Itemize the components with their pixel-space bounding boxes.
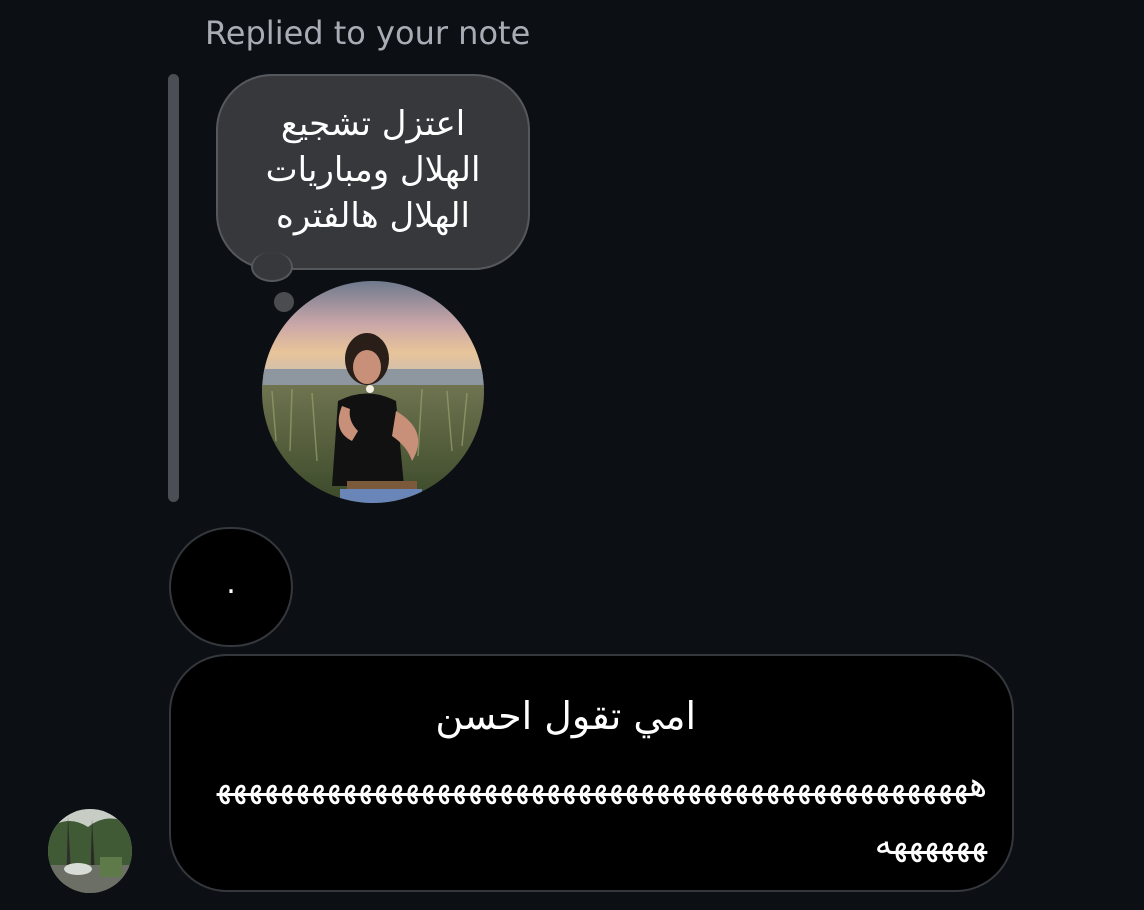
message-bubble-reply[interactable]: امي تقول احسن هههههههههههههههههههههههههه…	[169, 654, 1014, 892]
note-text: اعتزل تشجيع الهلال ومباريات الهلال هالفت…	[265, 104, 481, 236]
replied-to-note-label: Replied to your note	[205, 14, 531, 52]
note-bubble-tail-dot	[274, 292, 294, 312]
message-text-laugh: هههههههههههههههههههههههههههههههههههههههه…	[216, 765, 987, 863]
sender-avatar-icon[interactable]	[48, 809, 132, 893]
sender-avatar-photo	[48, 809, 132, 893]
note-bubble[interactable]: اعتزل تشجيع الهلال ومباريات الهلال هالفت…	[216, 74, 530, 270]
reply-indicator-bar	[168, 74, 179, 502]
message-bubble-dot[interactable]: .	[169, 527, 293, 647]
note-avatar-photo	[262, 281, 484, 503]
profile-photo-icon[interactable]	[262, 281, 484, 503]
note-bubble-tail	[251, 252, 293, 282]
message-text-line: امي تقول احسن	[435, 694, 696, 738]
message-text: .	[226, 565, 236, 601]
